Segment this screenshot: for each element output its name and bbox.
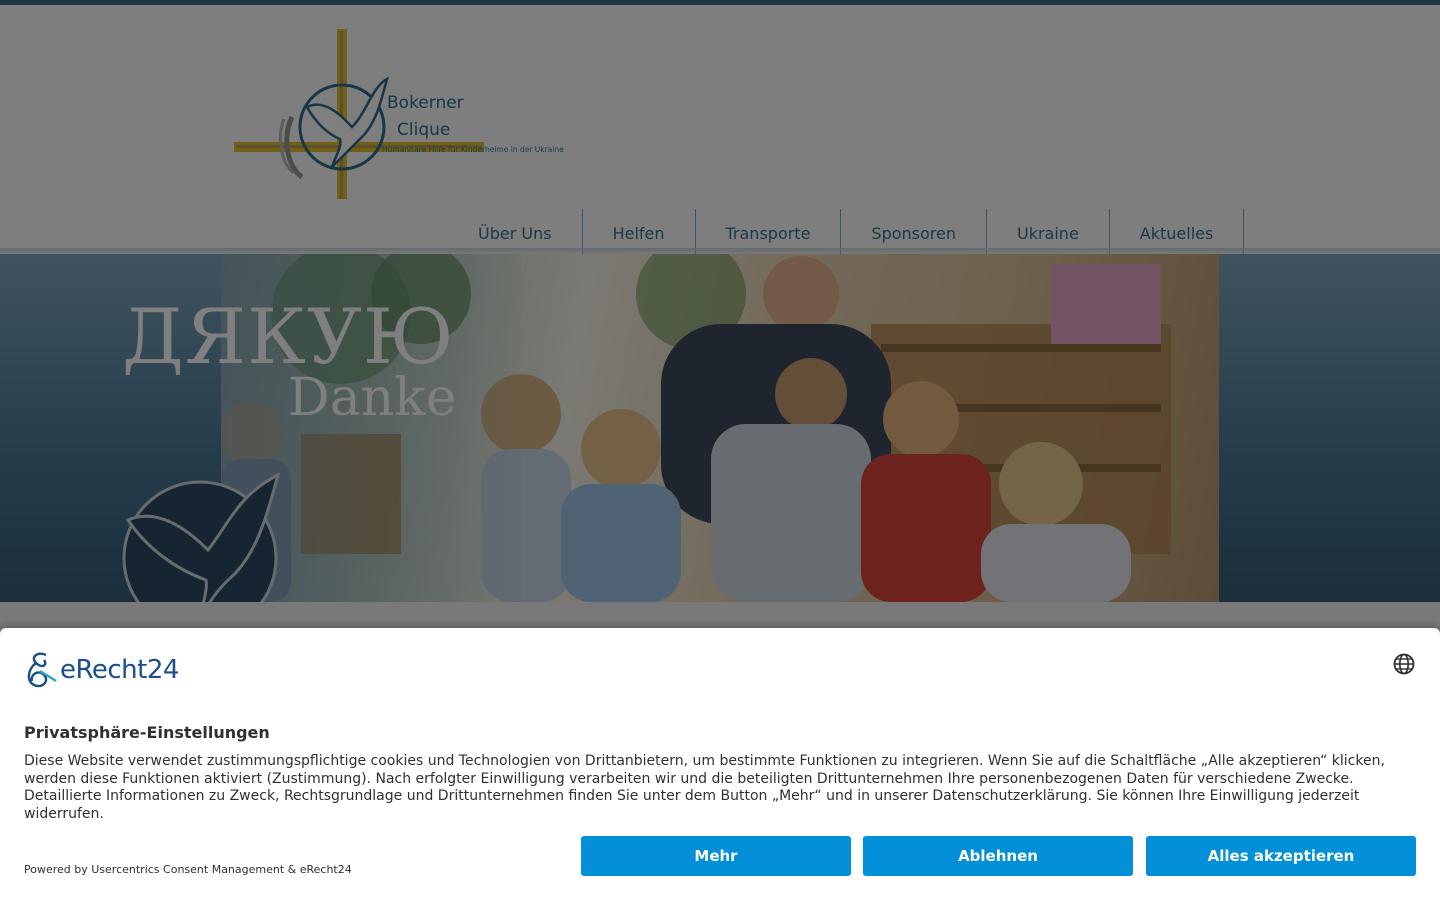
consent-description: Diese Website verwendet zustimmungspflic… (24, 753, 1385, 822)
globe-icon[interactable] (1392, 652, 1416, 676)
erecht24-logo-icon (27, 652, 57, 688)
deny-button[interactable]: Ablehnen (863, 836, 1133, 876)
erecht24-brand-name: eRecht24 (60, 655, 179, 685)
powered-by-text: Powered by Usercentrics Consent Manageme… (24, 863, 352, 876)
consent-title: Privatsphäre-Einstellungen (24, 723, 270, 742)
more-button[interactable]: Mehr (581, 836, 851, 876)
accept-all-button[interactable]: Alles akzeptieren (1146, 836, 1416, 876)
erecht24-brand: eRecht24 (24, 651, 179, 689)
